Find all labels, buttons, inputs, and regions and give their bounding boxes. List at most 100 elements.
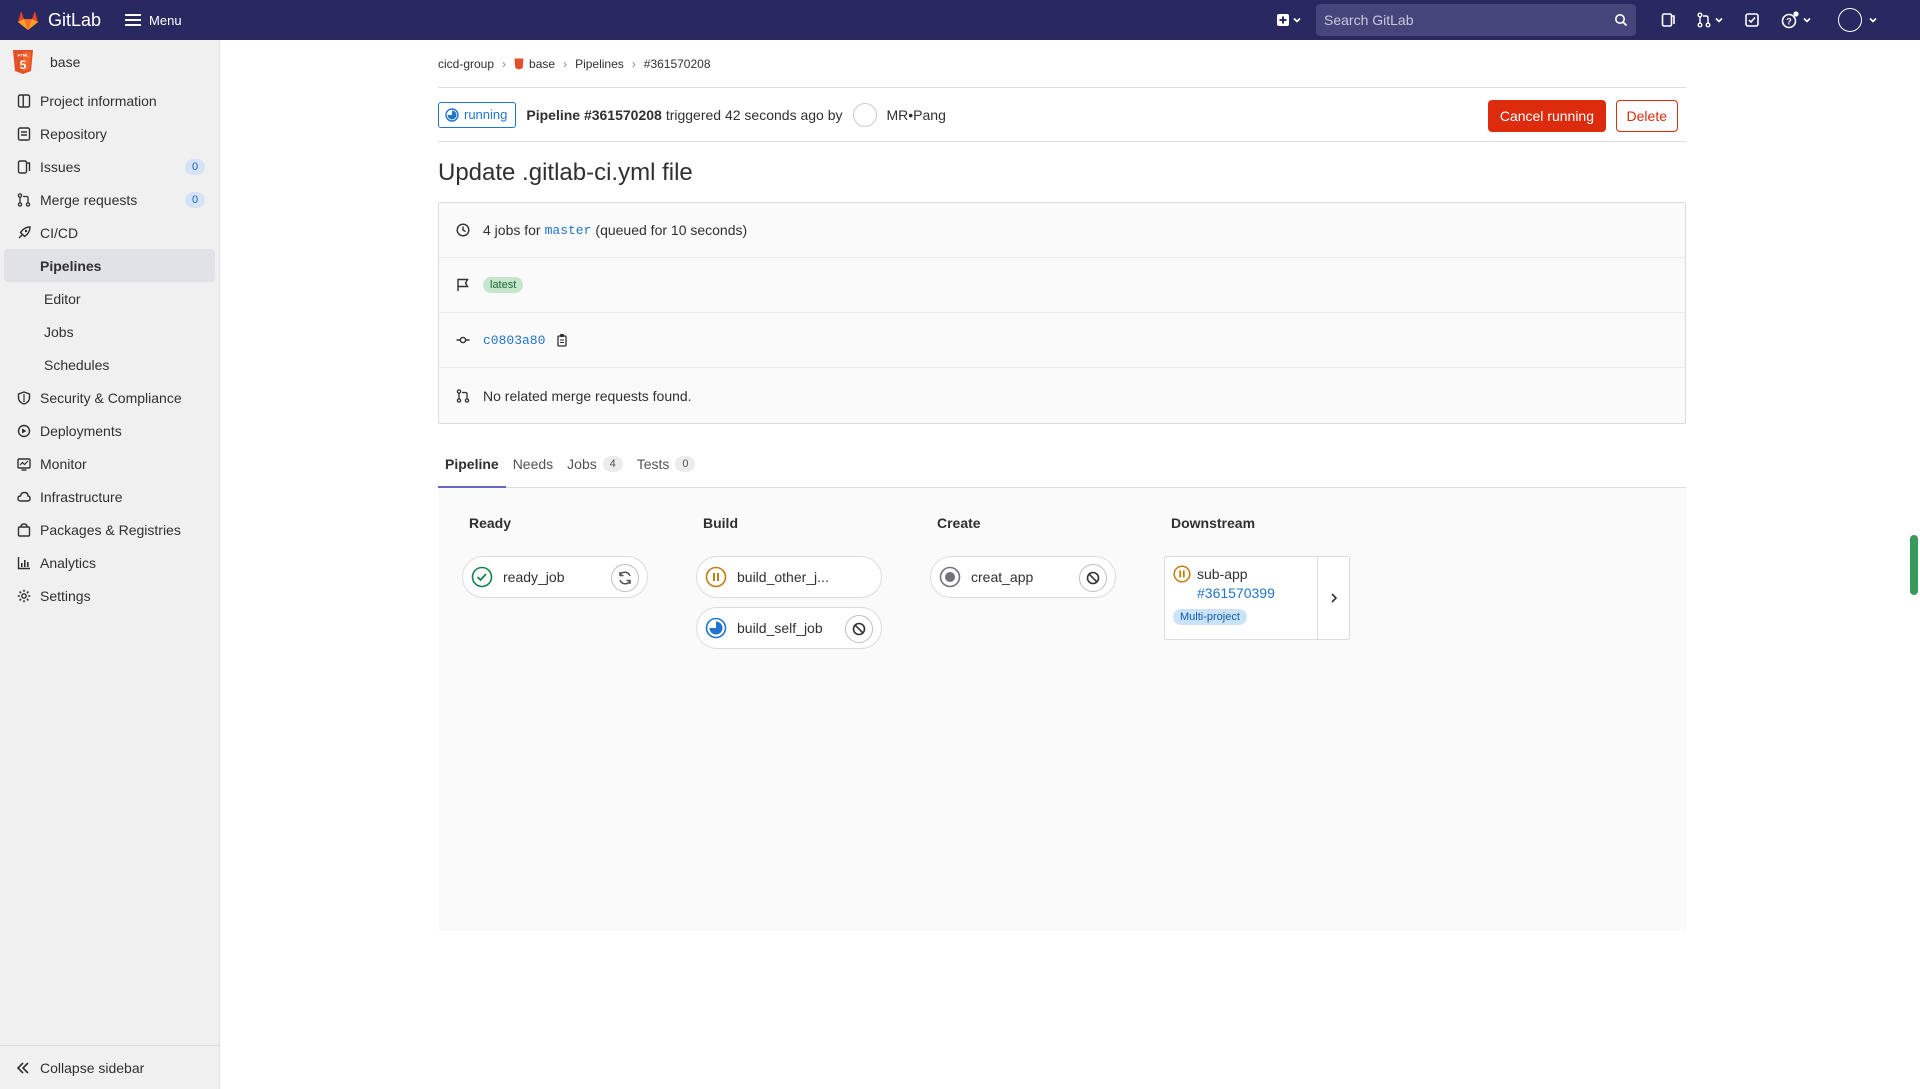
gitlab-logo[interactable]: GitLab — [16, 8, 101, 32]
sidebar-item-label: Analytics — [40, 554, 97, 571]
user-avatar[interactable] — [852, 102, 877, 127]
tab-jobs[interactable]: Jobs 4 — [560, 441, 630, 487]
stage-title-ready: Ready — [469, 515, 512, 531]
sidebar-subitem-schedules[interactable]: Schedules — [4, 348, 215, 381]
sidebar-item-repository[interactable]: Repository — [0, 117, 219, 150]
sidebar-subitem-pipelines[interactable]: Pipelines — [4, 249, 215, 282]
breadcrumb-group[interactable]: cicd-group — [438, 57, 494, 71]
pipeline-tabs: Pipeline Needs Jobs 4 Tests 0 — [438, 442, 1686, 488]
downstream-project-name: sub-app — [1197, 566, 1248, 582]
sidebar-item-issues[interactable]: Issues 0 — [0, 150, 219, 183]
sidebar-item-settings[interactable]: Settings — [0, 579, 219, 612]
expand-downstream-button[interactable] — [1317, 557, 1349, 639]
sidebar-item-deployments[interactable]: Deployments — [0, 414, 219, 447]
tab-needs[interactable]: Needs — [506, 441, 560, 487]
sidebar-item-label: Packages & Registries — [40, 521, 181, 538]
commit-icon — [456, 336, 470, 344]
downstream-pipeline-link[interactable]: sub-app #361570399 Multi-project — [1165, 557, 1317, 639]
page-title: Update .gitlab-ci.yml file — [438, 159, 693, 186]
branch-link[interactable]: master — [545, 223, 592, 238]
sidebar-item-merge-requests[interactable]: Merge requests 0 — [0, 183, 219, 216]
sidebar-subitem-editor[interactable]: Editor — [4, 282, 215, 315]
new-dropdown-button[interactable] — [1276, 13, 1302, 27]
tab-pipeline[interactable]: Pipeline — [438, 441, 506, 488]
tests-count-badge: 0 — [675, 456, 696, 472]
menu-label: Menu — [149, 12, 182, 28]
breadcrumb: cicd-group › base › Pipelines › #3615702… — [438, 40, 1686, 88]
html5-project-avatar-icon — [514, 58, 524, 69]
merge-request-icon — [1697, 12, 1711, 28]
pipeline-status-badge[interactable]: running — [438, 101, 517, 128]
merge-requests-row: No related merge requests found. — [439, 368, 1685, 423]
search-icon[interactable] — [1614, 13, 1628, 27]
chevron-down-icon — [1715, 17, 1723, 23]
sidebar-item-label: Infrastructure — [40, 488, 123, 505]
sidebar-item-label: Project information — [40, 92, 157, 109]
search-input[interactable] — [1324, 12, 1614, 28]
sidebar-item-cicd[interactable]: CI/CD — [0, 216, 219, 249]
user-menu-dropdown[interactable] — [1838, 8, 1878, 32]
top-navbar: GitLab Menu ? — [0, 0, 1920, 40]
page-scrollbar[interactable] — [1910, 535, 1918, 595]
tab-tests[interactable]: Tests 0 — [630, 441, 703, 487]
breadcrumb-project[interactable]: base — [514, 57, 555, 71]
todo-check-icon — [1745, 13, 1759, 27]
sidebar-item-packages-registries[interactable]: Packages & Registries — [0, 513, 219, 546]
jobs-summary-row: 4 jobs for master (queued for 10 seconds… — [439, 203, 1685, 258]
sidebar-item-label: Merge requests — [40, 191, 138, 208]
job-creat-app[interactable]: creat_app — [930, 556, 1116, 598]
retry-job-button[interactable] — [611, 564, 639, 592]
deployments-icon — [17, 424, 31, 437]
breadcrumb-pipeline-id[interactable]: #361570208 — [644, 57, 711, 71]
issues-icon — [1661, 13, 1675, 27]
plus-square-icon — [1277, 14, 1289, 26]
job-build-other-job[interactable]: build_other_j... — [696, 556, 882, 598]
cancel-running-button[interactable]: Cancel running — [1487, 100, 1606, 132]
breadcrumb-separator-icon: › — [563, 56, 568, 71]
help-dropdown[interactable]: ? — [1780, 11, 1812, 29]
clock-icon — [456, 223, 470, 237]
menu-button[interactable]: Menu — [125, 13, 182, 28]
triggered-text: triggered 42 seconds ago by — [665, 106, 843, 123]
job-build-self-job[interactable]: build_self_job — [696, 607, 882, 649]
tab-label: Tests — [636, 456, 670, 472]
delete-pipeline-button[interactable]: Delete — [1615, 100, 1678, 132]
sidebar-item-monitor[interactable]: Monitor — [0, 447, 219, 480]
job-ready-job[interactable]: ready_job — [462, 556, 648, 598]
sidebar-item-project-information[interactable]: Project information — [0, 84, 219, 117]
stage-title-downstream: Downstream — [1171, 515, 1256, 531]
issues-icon — [17, 159, 31, 174]
pipeline-trigger-info: Pipeline #361570208 triggered 42 seconds… — [526, 102, 946, 127]
todos-issues-button[interactable] — [1660, 12, 1676, 28]
hamburger-icon — [125, 14, 142, 26]
sidebar-subitem-jobs[interactable]: Jobs — [4, 315, 215, 348]
sidebar-item-infrastructure[interactable]: Infrastructure — [0, 480, 219, 513]
cancel-job-button[interactable] — [1079, 564, 1107, 592]
project-header[interactable]: HTML 5 base — [0, 40, 219, 84]
cancel-job-button[interactable] — [845, 615, 873, 643]
collapse-sidebar-button[interactable]: Collapse sidebar — [0, 1045, 220, 1089]
sidebar-item-analytics[interactable]: Analytics — [0, 546, 219, 579]
copy-sha-button[interactable] — [555, 333, 569, 347]
shield-icon — [17, 390, 31, 405]
status-running-icon — [445, 107, 459, 122]
badges-row: latest — [439, 258, 1685, 313]
jobs-count-text: 4 jobs for — [483, 222, 541, 238]
pipeline-graph: Ready ready_job Build build_other_j... b… — [438, 488, 1686, 931]
sidebar-item-label: Monitor — [40, 455, 87, 472]
status-manual-paused-icon — [705, 566, 727, 588]
triggered-by-user[interactable]: MR•Pang — [887, 107, 946, 123]
breadcrumb-separator-icon: › — [631, 56, 636, 71]
todo-button[interactable] — [1744, 12, 1760, 28]
user-avatar — [1838, 8, 1862, 32]
repository-icon — [17, 126, 31, 141]
cloud-icon — [17, 491, 31, 502]
tab-label: Pipeline — [445, 456, 499, 472]
commit-sha-link[interactable]: c0803a80 — [483, 333, 545, 348]
merge-requests-count-badge: 0 — [185, 191, 205, 208]
sidebar-item-security-compliance[interactable]: Security & Compliance — [0, 381, 219, 414]
breadcrumb-pipelines[interactable]: Pipelines — [575, 57, 624, 71]
breadcrumb-project-label: base — [529, 56, 556, 71]
merge-requests-dropdown[interactable] — [1696, 12, 1724, 28]
collapse-sidebar-label: Collapse sidebar — [40, 1059, 145, 1076]
